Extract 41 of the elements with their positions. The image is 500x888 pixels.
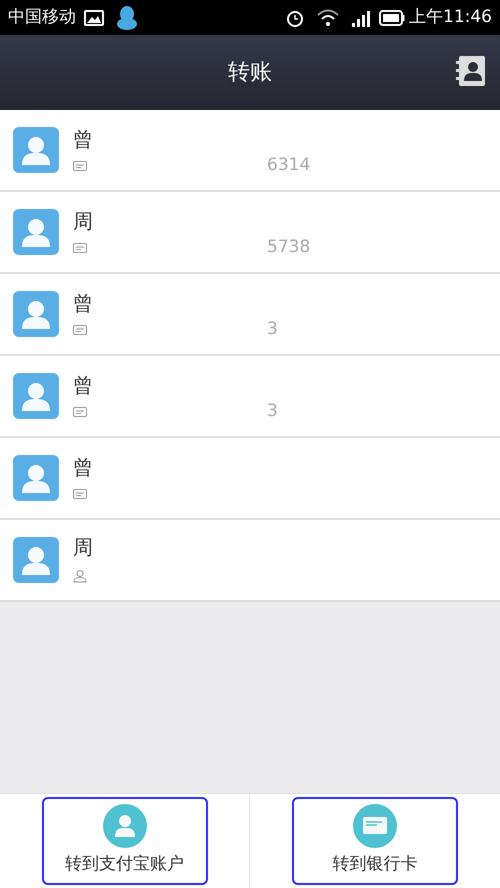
contacts-book-button[interactable] — [456, 55, 486, 87]
account-number: 5738 — [267, 236, 310, 260]
avatar-icon — [13, 209, 59, 255]
clock-time: 上午11:46 — [409, 6, 492, 29]
card-icon — [73, 161, 87, 171]
image-icon — [84, 10, 104, 26]
avatar-icon — [13, 373, 59, 419]
card-icon — [353, 804, 397, 848]
carrier-name: 中国移动 — [8, 6, 76, 29]
contact-row[interactable]: 曾 — [0, 438, 500, 520]
account-number: 3 — [267, 318, 278, 342]
account-number: 6314 — [267, 154, 310, 178]
card-icon — [73, 407, 87, 417]
wifi-icon — [317, 8, 339, 26]
contact-row[interactable]: 曾 3 — [0, 274, 500, 356]
account-number: 3 — [267, 400, 278, 424]
avatar-icon — [13, 291, 59, 337]
contact-row[interactable]: 曾 3 — [0, 356, 500, 438]
contact-name: 周 — [73, 537, 94, 557]
transfer-button[interactable]: 转到银行卡 — [292, 797, 458, 885]
contact-name: 曾 — [73, 293, 94, 313]
contacts-book-icon — [456, 55, 486, 87]
contact-name: 曾 — [73, 375, 94, 395]
contact-row[interactable]: 曾 6314 — [0, 110, 500, 192]
contact-name: 周 — [73, 211, 94, 231]
avatar-icon — [13, 537, 59, 583]
contact-name: 曾 — [73, 457, 94, 477]
card-icon — [73, 243, 87, 253]
signal-icon — [351, 8, 371, 26]
contact-name: 曾 — [73, 129, 94, 149]
battery-icon — [379, 10, 405, 26]
page-title: 转账 — [228, 59, 272, 87]
card-icon — [73, 325, 87, 335]
card-icon — [73, 489, 87, 499]
avatar-icon — [13, 455, 59, 501]
contact-row[interactable]: 周 5738 — [0, 192, 500, 274]
person-icon — [102, 804, 146, 848]
person-icon — [73, 569, 87, 583]
avatar-icon — [13, 127, 59, 173]
contact-row[interactable]: 周 — [0, 520, 500, 602]
transfer-button[interactable]: 转到支付宝账户 — [42, 797, 208, 885]
